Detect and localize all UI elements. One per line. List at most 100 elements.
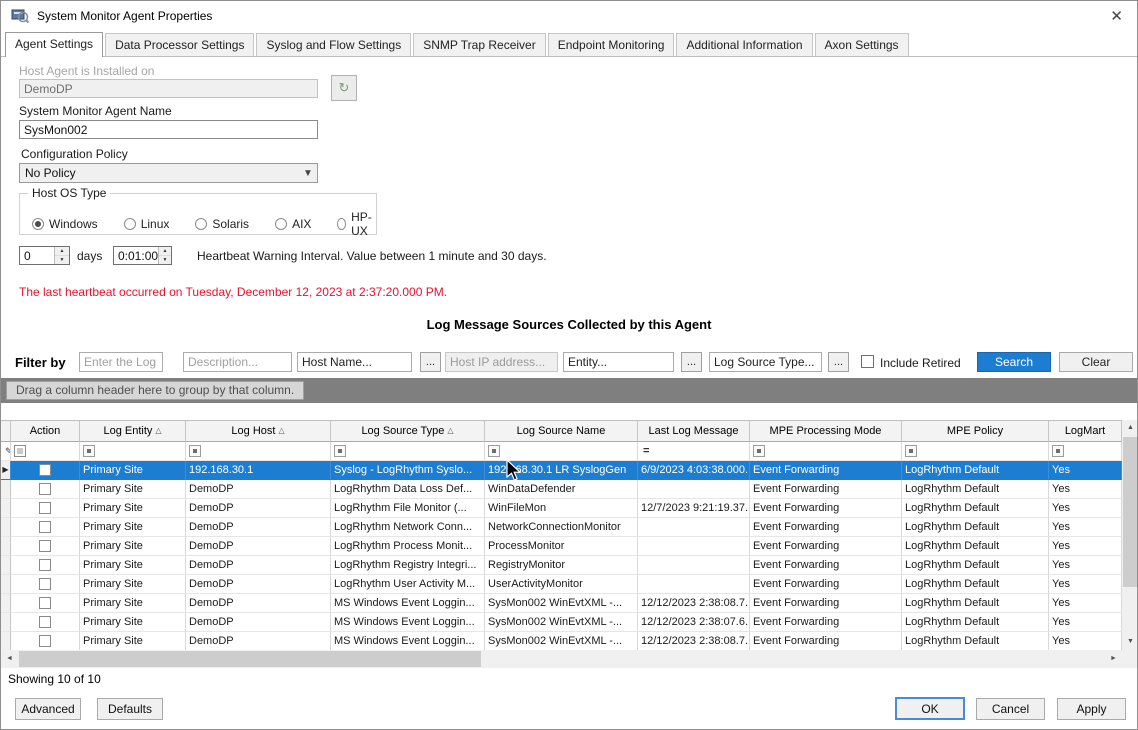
- config-policy-dropdown[interactable]: No Policy ▼: [19, 163, 318, 183]
- filter-cell-mpe-policy[interactable]: [902, 442, 1049, 461]
- close-icon[interactable]: ✕: [1110, 7, 1123, 25]
- tab-endpoint-monitoring[interactable]: Endpoint Monitoring: [548, 33, 675, 56]
- filter-cell-log-entity[interactable]: [80, 442, 186, 461]
- row-selector-cell[interactable]: [1, 594, 11, 613]
- row-selector-cell[interactable]: [1, 613, 11, 632]
- entity-filter-input[interactable]: [563, 352, 674, 372]
- row-selector-cell[interactable]: [1, 537, 11, 556]
- refresh-button[interactable]: ↻: [331, 75, 357, 101]
- table-row[interactable]: ▶Primary Site192.168.30.1Syslog - LogRhy…: [1, 461, 1122, 480]
- radio-hp-ux[interactable]: HP-UX: [337, 210, 376, 238]
- column-header-log-source-type[interactable]: Log Source Type△: [331, 421, 485, 442]
- scroll-up-icon[interactable]: ▲: [1122, 420, 1138, 436]
- advanced-button[interactable]: Advanced: [15, 698, 81, 720]
- column-header-mpe-processing-mode[interactable]: MPE Processing Mode: [750, 421, 902, 442]
- log-source-type-browse-button[interactable]: ...: [828, 352, 849, 372]
- host-name-filter-input[interactable]: [297, 352, 412, 372]
- group-by-bar[interactable]: Drag a column header here to group by th…: [1, 378, 1137, 403]
- filter-cell-logmart[interactable]: [1049, 442, 1122, 461]
- spin-up-icon[interactable]: ▲: [55, 247, 69, 256]
- scroll-left-icon[interactable]: ◄: [1, 650, 18, 668]
- table-row[interactable]: Primary SiteDemoDPMS Windows Event Loggi…: [1, 594, 1122, 613]
- column-header-action[interactable]: Action: [11, 421, 80, 442]
- spin-down-icon[interactable]: ▼: [55, 256, 69, 264]
- table-row[interactable]: Primary SiteDemoDPLogRhythm Network Conn…: [1, 518, 1122, 537]
- table-row[interactable]: Primary SiteDemoDPLogRhythm Data Loss De…: [1, 480, 1122, 499]
- table-row[interactable]: Primary SiteDemoDPMS Windows Event Loggi…: [1, 613, 1122, 632]
- tab-snmp-trap-receiver[interactable]: SNMP Trap Receiver: [413, 33, 545, 56]
- column-filter-icon[interactable]: [189, 445, 201, 457]
- column-header-mpe-policy[interactable]: MPE Policy: [902, 421, 1049, 442]
- cancel-button[interactable]: Cancel: [976, 698, 1045, 720]
- row-checkbox[interactable]: [39, 635, 51, 647]
- radio-windows[interactable]: Windows: [32, 210, 98, 238]
- select-all-checkbox[interactable]: [14, 445, 26, 457]
- tab-additional-information[interactable]: Additional Information: [676, 33, 812, 56]
- row-checkbox[interactable]: [39, 578, 51, 590]
- row-checkbox[interactable]: [39, 616, 51, 628]
- agent-name-input[interactable]: [19, 120, 318, 139]
- spin-down-icon[interactable]: ▼: [159, 256, 171, 264]
- ok-button[interactable]: OK: [895, 697, 965, 720]
- row-checkbox[interactable]: [39, 483, 51, 495]
- filter-cell-last-log-message[interactable]: =: [638, 442, 750, 461]
- radio-solaris[interactable]: Solaris: [195, 210, 249, 238]
- row-selector-cell[interactable]: [1, 632, 11, 651]
- interval-spinner[interactable]: 0:01:00 ▲ ▼: [113, 246, 172, 265]
- filter-cell-log-source-name[interactable]: [485, 442, 638, 461]
- spin-up-icon[interactable]: ▲: [159, 247, 171, 256]
- column-header-last-log-message[interactable]: Last Log Message: [638, 421, 750, 442]
- row-checkbox[interactable]: [39, 597, 51, 609]
- table-row[interactable]: Primary SiteDemoDPLogRhythm User Activit…: [1, 575, 1122, 594]
- column-header-logmart[interactable]: LogMart: [1049, 421, 1122, 442]
- row-selector-cell[interactable]: [1, 518, 11, 537]
- filter-cell-action[interactable]: [11, 442, 80, 461]
- equals-filter-icon[interactable]: =: [641, 442, 649, 460]
- horizontal-scrollbar[interactable]: ◄ ►: [1, 650, 1122, 668]
- column-filter-icon[interactable]: [905, 445, 917, 457]
- radio-aix[interactable]: AIX: [275, 210, 311, 238]
- tab-axon-settings[interactable]: Axon Settings: [815, 33, 909, 56]
- row-checkbox[interactable]: [39, 502, 51, 514]
- column-filter-icon[interactable]: [334, 445, 346, 457]
- column-filter-icon[interactable]: [488, 445, 500, 457]
- row-checkbox[interactable]: [39, 540, 51, 552]
- tab-data-processor-settings[interactable]: Data Processor Settings: [105, 33, 254, 56]
- entity-browse-button[interactable]: ...: [681, 352, 702, 372]
- row-selector-cell[interactable]: [1, 556, 11, 575]
- vertical-scrollbar-thumb[interactable]: [1123, 437, 1138, 587]
- table-row[interactable]: Primary SiteDemoDPLogRhythm File Monitor…: [1, 499, 1122, 518]
- filter-cell-log-source-type[interactable]: [331, 442, 485, 461]
- vertical-scrollbar[interactable]: ▲ ▼: [1122, 420, 1138, 650]
- table-row[interactable]: Primary SiteDemoDPLogRhythm Process Moni…: [1, 537, 1122, 556]
- table-row[interactable]: Primary SiteDemoDPMS Windows Event Loggi…: [1, 632, 1122, 651]
- row-selector-cell[interactable]: [1, 499, 11, 518]
- include-retired-checkbox[interactable]: [861, 355, 874, 368]
- column-filter-icon[interactable]: [753, 445, 765, 457]
- tab-syslog-and-flow-settings[interactable]: Syslog and Flow Settings: [256, 33, 411, 56]
- column-filter-icon[interactable]: [83, 445, 95, 457]
- row-checkbox[interactable]: [39, 464, 51, 476]
- radio-linux[interactable]: Linux: [124, 210, 170, 238]
- row-selector-cell[interactable]: ▶: [1, 461, 11, 480]
- filter-cell-mpe-processing-mode[interactable]: [750, 442, 902, 461]
- row-checkbox[interactable]: [39, 521, 51, 533]
- days-spinner[interactable]: 0 ▲ ▼: [19, 246, 70, 265]
- column-filter-icon[interactable]: [1052, 445, 1064, 457]
- log-source-filter-input[interactable]: [79, 352, 163, 372]
- row-checkbox[interactable]: [39, 559, 51, 571]
- horizontal-scrollbar-thumb[interactable]: [19, 651, 481, 667]
- apply-button[interactable]: Apply: [1057, 698, 1126, 720]
- description-filter-input[interactable]: [183, 352, 292, 372]
- row-selector-cell[interactable]: [1, 480, 11, 499]
- tab-agent-settings[interactable]: Agent Settings: [5, 32, 103, 57]
- host-name-browse-button[interactable]: ...: [420, 352, 441, 372]
- filter-cell-log-host[interactable]: [186, 442, 331, 461]
- table-row[interactable]: Primary SiteDemoDPLogRhythm Registry Int…: [1, 556, 1122, 575]
- column-header-log-host[interactable]: Log Host△: [186, 421, 331, 442]
- clear-button[interactable]: Clear: [1059, 352, 1133, 372]
- scroll-right-icon[interactable]: ►: [1105, 650, 1122, 668]
- column-header-log-entity[interactable]: Log Entity△: [80, 421, 186, 442]
- column-header-log-source-name[interactable]: Log Source Name: [485, 421, 638, 442]
- row-selector-cell[interactable]: [1, 575, 11, 594]
